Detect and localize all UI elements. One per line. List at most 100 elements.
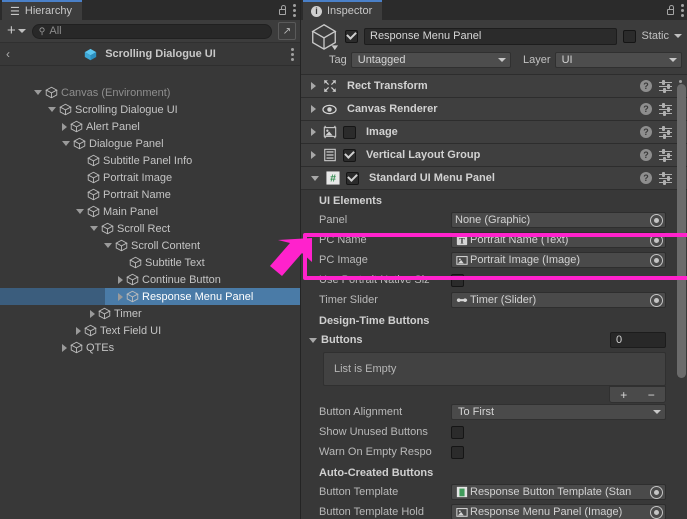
tree-item-main-panel[interactable]: Main Panel bbox=[0, 203, 300, 220]
collapse-arrow-icon[interactable] bbox=[311, 175, 319, 181]
lock-icon[interactable] bbox=[666, 4, 675, 16]
breadcrumb: ‹ Scrolling Dialogue UI bbox=[0, 43, 300, 66]
field-use-native-size-label: Use Portrait Native Siz bbox=[319, 274, 430, 286]
expand-arrow-icon[interactable] bbox=[118, 275, 123, 284]
add-gameobject-label: + bbox=[7, 22, 16, 39]
tree-item-scrolling-dialogue-ui[interactable]: Scrolling Dialogue UI bbox=[0, 101, 300, 118]
inspector-menu-icon[interactable] bbox=[681, 3, 684, 17]
preset-icon[interactable] bbox=[659, 79, 672, 93]
expand-arrow-icon[interactable] bbox=[76, 326, 81, 335]
tree-item-timer[interactable]: Timer bbox=[0, 305, 300, 322]
expand-scene-icon[interactable]: ↗ bbox=[278, 22, 296, 40]
lock-icon[interactable] bbox=[278, 4, 287, 16]
inspector-scrollbar[interactable] bbox=[676, 20, 687, 519]
collapse-arrow-icon[interactable] bbox=[104, 243, 112, 248]
help-icon[interactable]: ? bbox=[640, 126, 652, 138]
expand-arrow-icon[interactable] bbox=[311, 128, 316, 136]
field-pc-image-objectfield[interactable]: Portrait Image (Image) bbox=[451, 252, 666, 268]
collapse-arrow-icon[interactable] bbox=[48, 107, 56, 112]
expand-arrow-icon[interactable] bbox=[62, 122, 67, 131]
tree-item-subtitle-text[interactable]: Subtitle Text bbox=[0, 254, 300, 271]
expand-arrow-icon[interactable] bbox=[311, 151, 316, 159]
component-enabled-checkbox[interactable] bbox=[343, 148, 356, 162]
object-picker-icon[interactable] bbox=[650, 253, 663, 267]
layer-value: UI bbox=[561, 54, 573, 66]
collapse-arrow-icon[interactable] bbox=[34, 90, 42, 95]
field-warn-empty-label: Warn On Empty Respo bbox=[319, 446, 432, 458]
field-pc-name-objectfield[interactable]: T Portrait Name (Text) bbox=[451, 232, 666, 248]
tree-item-scroll-rect[interactable]: Scroll Rect bbox=[0, 220, 300, 237]
tab-inspector[interactable]: i Inspector bbox=[303, 0, 383, 20]
help-icon[interactable]: ? bbox=[640, 172, 652, 184]
object-name-field[interactable]: Response Menu Panel bbox=[364, 27, 618, 45]
expand-arrow-icon[interactable] bbox=[90, 309, 95, 318]
preset-icon[interactable] bbox=[659, 102, 672, 116]
preset-icon[interactable] bbox=[659, 125, 672, 139]
tree-item-portrait-image[interactable]: Portrait Image bbox=[0, 169, 300, 186]
help-icon[interactable]: ? bbox=[640, 103, 652, 115]
tree-item-subtitle-panel-info[interactable]: Subtitle Panel Info bbox=[0, 152, 300, 169]
tree-item-text-field-ui[interactable]: Text Field UI bbox=[0, 322, 300, 339]
tree-item-response-menu-panel[interactable]: Response Menu Panel bbox=[0, 288, 300, 305]
component-row-standard-ui-menu-panel[interactable]: # Standard UI Menu Panel? bbox=[301, 167, 687, 190]
preset-icon[interactable] bbox=[659, 148, 672, 162]
component-row-image[interactable]: Image? bbox=[301, 121, 687, 144]
preset-icon[interactable] bbox=[659, 171, 672, 185]
collapse-arrow-icon[interactable] bbox=[62, 141, 70, 146]
tree-item-alert-panel[interactable]: Alert Panel bbox=[0, 118, 300, 135]
component-name: Rect Transform bbox=[347, 80, 428, 92]
component-enabled-checkbox[interactable] bbox=[343, 125, 356, 139]
layer-dropdown[interactable]: UI bbox=[554, 52, 682, 68]
hierarchy-tab-icons bbox=[278, 0, 296, 20]
buttons-count-field[interactable]: 0 bbox=[610, 332, 666, 348]
component-enabled-checkbox[interactable] bbox=[346, 171, 359, 185]
list-icon: ☰ bbox=[10, 5, 20, 18]
expand-arrow-icon[interactable] bbox=[311, 82, 316, 90]
collapse-arrow-icon[interactable] bbox=[76, 209, 84, 214]
object-picker-icon[interactable] bbox=[650, 233, 663, 247]
object-picker-icon[interactable] bbox=[650, 293, 663, 307]
collapse-arrow-icon[interactable] bbox=[90, 226, 98, 231]
tab-hierarchy[interactable]: ☰ Hierarchy bbox=[2, 0, 82, 20]
field-button-alignment-dropdown[interactable]: To First bbox=[451, 404, 666, 420]
breadcrumb-title: Scrolling Dialogue UI bbox=[105, 48, 216, 60]
field-panel-objectfield[interactable]: None (Graphic) bbox=[451, 212, 666, 228]
expand-arrow-icon[interactable] bbox=[118, 292, 123, 301]
tree-item-portrait-name[interactable]: Portrait Name bbox=[0, 186, 300, 203]
field-button-template-holder-objectfield[interactable]: Response Menu Panel (Image) bbox=[451, 504, 666, 519]
hierarchy-menu-icon[interactable] bbox=[293, 3, 296, 17]
help-icon[interactable]: ? bbox=[640, 80, 652, 92]
tree-item-scroll-content[interactable]: Scroll Content bbox=[0, 237, 300, 254]
field-use-native-size-checkbox[interactable] bbox=[451, 273, 464, 287]
remove-button-item[interactable]: − bbox=[648, 388, 655, 402]
field-timer-slider-objectfield[interactable]: Timer (Slider) bbox=[451, 292, 666, 308]
add-gameobject-button[interactable]: + bbox=[4, 23, 29, 39]
object-picker-icon[interactable] bbox=[650, 505, 663, 519]
tree-item-continue-button[interactable]: Continue Button bbox=[0, 271, 300, 288]
gameobject-cube-icon bbox=[98, 307, 111, 320]
field-timer-slider-row: Timer Slider Timer (Slider) bbox=[301, 290, 687, 310]
expand-arrow-icon[interactable] bbox=[311, 105, 316, 113]
field-button-template-objectfield[interactable]: Response Button Template (Stan bbox=[451, 484, 666, 500]
inspector-scrollbar-thumb[interactable] bbox=[677, 84, 686, 378]
object-picker-icon[interactable] bbox=[650, 485, 663, 499]
object-picker-icon[interactable] bbox=[650, 213, 663, 227]
tree-item-dialogue-panel[interactable]: Dialogue Panel bbox=[0, 135, 300, 152]
field-warn-empty-checkbox[interactable] bbox=[451, 445, 464, 459]
field-show-unused-checkbox[interactable] bbox=[451, 425, 464, 439]
static-checkbox[interactable] bbox=[623, 29, 637, 43]
component-row-canvas-renderer[interactable]: Canvas Renderer? bbox=[301, 98, 687, 121]
expand-arrow-icon[interactable] bbox=[62, 343, 67, 352]
object-enabled-checkbox[interactable] bbox=[345, 29, 358, 43]
tag-dropdown[interactable]: Untagged bbox=[350, 52, 512, 68]
component-row-vertical-layout-group[interactable]: Vertical Layout Group? bbox=[301, 144, 687, 167]
help-icon[interactable]: ? bbox=[640, 149, 652, 161]
gameobject-icon bbox=[311, 23, 339, 51]
tree-item-canvas-environment[interactable]: Canvas (Environment) bbox=[0, 84, 300, 101]
add-button-item[interactable]: + bbox=[620, 388, 627, 402]
component-row-rect-transform[interactable]: Rect Transform? bbox=[301, 75, 687, 98]
breadcrumb-menu-icon[interactable] bbox=[291, 47, 294, 61]
chevron-down-icon[interactable] bbox=[309, 337, 317, 343]
search-input[interactable]: ⚲ All bbox=[31, 23, 272, 39]
tree-item-qtes[interactable]: QTEs bbox=[0, 339, 300, 356]
